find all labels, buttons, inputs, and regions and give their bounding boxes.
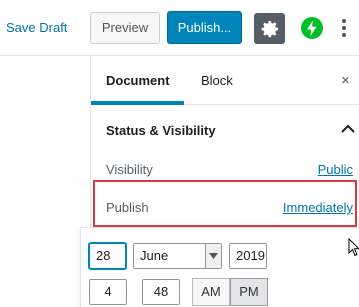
pm-button[interactable]: PM bbox=[230, 278, 268, 306]
minute-input[interactable]: 48 bbox=[142, 279, 180, 305]
more-options-icon[interactable] bbox=[340, 17, 348, 39]
date-time-popover: 28 June 2019 4 : 48 AM PM bbox=[80, 227, 359, 307]
hour-input[interactable]: 4 bbox=[89, 279, 127, 305]
close-sidebar-button[interactable]: × bbox=[341, 72, 350, 89]
chevron-down-icon bbox=[205, 244, 221, 268]
gear-icon bbox=[261, 20, 278, 37]
highlight-box bbox=[93, 180, 357, 227]
active-tab-indicator bbox=[91, 101, 184, 105]
visibility-value-link[interactable]: Public bbox=[318, 162, 353, 177]
mouse-pointer-icon bbox=[348, 238, 359, 257]
day-input[interactable]: 28 bbox=[89, 243, 126, 269]
month-value: June bbox=[140, 248, 169, 263]
panel-title[interactable]: Status & Visibility bbox=[106, 123, 216, 138]
jetpack-icon[interactable] bbox=[301, 17, 323, 39]
preview-button[interactable]: Preview bbox=[90, 12, 160, 44]
year-input[interactable]: 2019 bbox=[229, 243, 267, 269]
month-select[interactable]: June bbox=[133, 243, 222, 269]
sidebar-tabs: Document Block × bbox=[91, 56, 359, 105]
save-draft-link[interactable]: Save Draft bbox=[6, 20, 67, 35]
settings-button[interactable] bbox=[254, 13, 285, 44]
tab-block[interactable]: Block bbox=[201, 73, 233, 88]
publish-button[interactable]: Publish... bbox=[167, 11, 242, 44]
chevron-up-icon[interactable] bbox=[341, 124, 355, 134]
editor-toolbar: Save Draft Preview Publish... bbox=[0, 0, 359, 56]
tab-document[interactable]: Document bbox=[106, 73, 170, 88]
visibility-label: Visibility bbox=[106, 162, 153, 177]
am-button[interactable]: AM bbox=[192, 278, 230, 306]
